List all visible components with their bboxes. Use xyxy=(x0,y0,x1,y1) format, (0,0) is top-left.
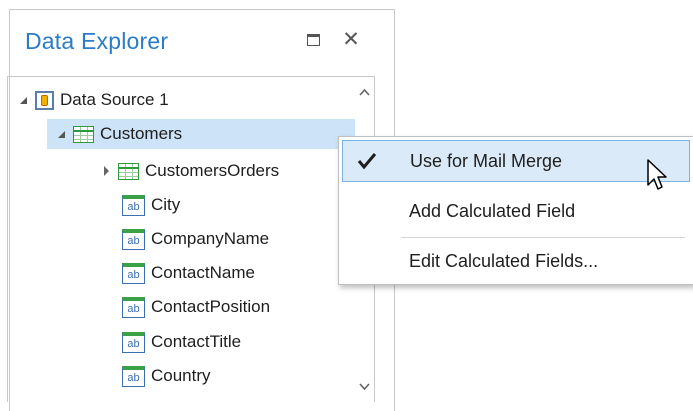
tree-node-field[interactable]: ab Country xyxy=(122,361,211,391)
tree-node-label: Country xyxy=(151,366,211,385)
expanded-arrow-icon[interactable] xyxy=(55,128,67,140)
mouse-pointer-icon xyxy=(645,158,673,194)
tree-node-customersorders[interactable]: CustomersOrders xyxy=(100,156,279,186)
tree-node-field[interactable]: ab ContactName xyxy=(122,258,255,288)
menu-item-label: Use for Mail Merge xyxy=(410,150,563,171)
tree-node-label: City xyxy=(151,195,181,214)
maximize-icon[interactable] xyxy=(303,30,323,50)
tree-node-field[interactable]: ab CompanyName xyxy=(122,224,269,254)
field-icon: ab xyxy=(122,331,145,353)
tree-node-data-source[interactable]: Data Source 1 xyxy=(17,85,169,115)
field-icon: ab xyxy=(122,228,145,250)
panel-title: Data Explorer xyxy=(25,28,169,54)
tree-node-field[interactable]: ab City xyxy=(122,190,180,220)
datasource-icon xyxy=(35,90,54,110)
table-icon xyxy=(73,125,94,143)
expanded-arrow-icon[interactable] xyxy=(17,94,29,106)
checkmark-icon xyxy=(357,151,377,171)
menu-item-edit-calculated-fields[interactable]: Edit Calculated Fields... xyxy=(342,240,690,282)
tree-node-customers[interactable]: Customers xyxy=(47,119,357,149)
menu-item-add-calculated-field[interactable]: Add Calculated Field xyxy=(342,190,690,232)
menu-item-label: Add Calculated Field xyxy=(409,200,576,221)
field-icon: ab xyxy=(122,296,145,318)
tree-node-label: CompanyName xyxy=(151,229,270,248)
field-icon: ab xyxy=(122,194,145,216)
scroll-up-icon[interactable] xyxy=(359,87,370,98)
tree-node-field[interactable]: ab ContactTitle xyxy=(122,327,241,357)
tree-node-field[interactable]: ab ContactPosition xyxy=(122,292,270,322)
menu-separator xyxy=(401,237,685,238)
tree-node-label: ContactPosition xyxy=(151,297,271,316)
table-icon xyxy=(118,162,139,180)
tree-node-label: Customers xyxy=(100,124,183,143)
collapsed-arrow-icon[interactable] xyxy=(100,165,112,177)
close-icon[interactable]: ✕ xyxy=(341,29,361,50)
menu-item-label: Edit Calculated Fields... xyxy=(409,250,599,271)
menu-item-use-for-mail-merge[interactable]: Use for Mail Merge xyxy=(342,140,690,182)
data-source-tree: Data Source 1 Customers CustomersOrders … xyxy=(7,76,375,402)
tree-node-label: CustomersOrders xyxy=(145,161,280,180)
tree-node-label: Data Source 1 xyxy=(60,90,169,109)
tree-node-label: ContactName xyxy=(151,263,255,282)
scroll-down-icon[interactable] xyxy=(359,381,370,392)
field-icon: ab xyxy=(122,262,145,284)
tree-node-label: ContactTitle xyxy=(151,332,242,351)
field-icon: ab xyxy=(122,365,145,387)
context-menu: Use for Mail Merge Add Calculated Field … xyxy=(338,136,693,285)
